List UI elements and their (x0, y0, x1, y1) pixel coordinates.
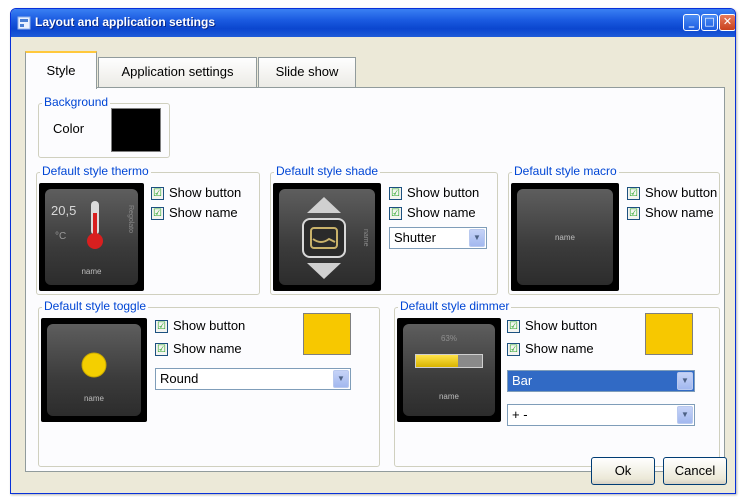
thermo-tile: 20,5 °C Regolato name (45, 189, 138, 285)
dimmer-group-title: Default style dimmer (398, 299, 512, 313)
app-icon (17, 16, 31, 30)
dimmer-show-name-label: Show name (525, 341, 594, 356)
thermo-tile-name: name (81, 267, 102, 276)
dimmer-tile: 63% name (403, 324, 495, 416)
settings-dialog: Layout and application settings _ □ ✕ St… (10, 8, 736, 494)
shade-type-value: Shutter (394, 230, 436, 245)
toggle-tile: name (47, 324, 141, 416)
tab-application-settings[interactable]: Application settings (98, 57, 257, 87)
maximize-icon: □ (704, 15, 715, 28)
dimmer-group: Default style dimmer 63% name ☑ Show but… (394, 299, 720, 467)
toggle-preview[interactable]: name (41, 318, 147, 422)
dimmer-style-value: Bar (512, 373, 533, 388)
shade-group: Default style shade name ☑ Show button ☑… (270, 164, 498, 295)
macro-group-title: Default style macro (512, 164, 619, 178)
close-button[interactable]: ✕ (719, 14, 735, 31)
style-tab-panel: Background Color Default style thermo 20… (25, 87, 725, 472)
maximize-button[interactable]: □ (701, 14, 718, 31)
thermo-temp-unit: °C (55, 231, 67, 242)
thermo-group-title: Default style thermo (40, 164, 151, 178)
tab-style[interactable]: Style (25, 51, 97, 89)
cancel-button[interactable]: Cancel (663, 457, 727, 485)
shade-show-name-label: Show name (407, 205, 476, 220)
tab-slide-show[interactable]: Slide show (258, 57, 356, 87)
background-color-swatch[interactable] (111, 108, 161, 152)
toggle-shape-select[interactable]: Round ▼ (155, 368, 351, 390)
background-group-title: Background (42, 95, 111, 109)
shade-group-title: Default style shade (274, 164, 381, 178)
minimize-icon: _ (688, 15, 695, 28)
toggle-show-name-label: Show name (173, 341, 242, 356)
macro-show-button-checkbox[interactable]: ☑ (627, 187, 640, 200)
shade-show-name-checkbox[interactable]: ☑ (389, 207, 402, 220)
thermo-side-label: Regolato (127, 205, 134, 234)
dimmer-percent: 63% (440, 334, 457, 343)
thermo-temp-value: 20,5 (51, 203, 77, 218)
toggle-color-swatch[interactable] (303, 313, 351, 355)
shade-side-label: name (362, 229, 369, 247)
dimmer-buttons-select[interactable]: + - ▼ (507, 404, 695, 426)
macro-preview[interactable]: name (511, 183, 619, 291)
macro-tile-name: name (554, 233, 575, 242)
toggle-group-title: Default style toggle (42, 299, 149, 313)
toggle-show-button-checkbox[interactable]: ☑ (155, 320, 168, 333)
shade-preview[interactable]: name (273, 183, 381, 291)
ok-button[interactable]: Ok (591, 457, 655, 485)
toggle-group: Default style toggle name ☑ Show button … (38, 299, 380, 467)
thermo-show-name-checkbox[interactable]: ☑ (151, 207, 164, 220)
dimmer-show-name-checkbox[interactable]: ☑ (507, 343, 520, 356)
title-bar[interactable]: Layout and application settings _ □ ✕ (11, 9, 735, 37)
dimmer-color-swatch[interactable] (645, 313, 693, 355)
close-icon: ✕ (722, 15, 733, 28)
thermo-show-button-label: Show button (169, 185, 242, 200)
dimmer-tile-name: name (438, 392, 459, 401)
macro-show-button-label: Show button (645, 185, 718, 200)
dimmer-preview[interactable]: 63% name (397, 318, 501, 422)
chevron-down-icon[interactable]: ▼ (677, 406, 693, 424)
thermometer-icon (87, 201, 103, 249)
background-color-label: Color (53, 121, 85, 136)
thermo-preview[interactable]: 20,5 °C Regolato name (39, 183, 144, 291)
macro-show-name-label: Show name (645, 205, 714, 220)
shade-tile: name (279, 189, 375, 285)
toggle-bulb-icon (81, 352, 107, 378)
macro-show-name-checkbox[interactable]: ☑ (627, 207, 640, 220)
thermo-show-name-label: Show name (169, 205, 238, 220)
dimmer-style-select[interactable]: Bar ▼ (507, 370, 695, 392)
toggle-show-button-label: Show button (173, 318, 246, 333)
minimize-button[interactable]: _ (683, 14, 700, 31)
shutter-icon (302, 197, 346, 279)
thermo-show-button-checkbox[interactable]: ☑ (151, 187, 164, 200)
shade-type-select[interactable]: Shutter ▼ (389, 227, 487, 249)
background-group: Background Color (38, 95, 170, 158)
toggle-shape-value: Round (160, 371, 199, 386)
dimmer-show-button-label: Show button (525, 318, 598, 333)
dimmer-buttons-value: + - (512, 407, 528, 422)
macro-tile: name (517, 189, 613, 285)
thermo-group: Default style thermo 20,5 °C Regolato na… (36, 164, 260, 295)
shade-show-button-label: Show button (407, 185, 480, 200)
chevron-down-icon[interactable]: ▼ (469, 229, 485, 247)
chevron-down-icon[interactable]: ▼ (677, 372, 693, 390)
macro-group: Default style macro name ☑ Show button ☑… (508, 164, 720, 295)
dimmer-level-fill (416, 355, 458, 367)
window-title: Layout and application settings (35, 15, 216, 29)
dialog-body: Style Application settings Slide show Ba… (15, 37, 731, 489)
chevron-down-icon[interactable]: ▼ (333, 370, 349, 388)
toggle-tile-name: name (83, 394, 104, 403)
shade-show-button-checkbox[interactable]: ☑ (389, 187, 402, 200)
dimmer-show-button-checkbox[interactable]: ☑ (507, 320, 520, 333)
toggle-show-name-checkbox[interactable]: ☑ (155, 343, 168, 356)
dimmer-level-bar (415, 354, 483, 368)
